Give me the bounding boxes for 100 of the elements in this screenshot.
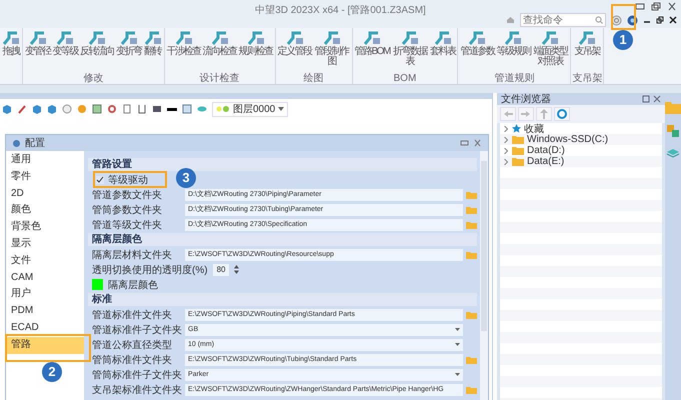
checkbox-label: 等级驱动 xyxy=(108,174,148,186)
ribbon-button[interactable]: 变等级 xyxy=(52,28,79,73)
search-field[interactable]: 查找命令 xyxy=(520,13,606,27)
image-icon[interactable] xyxy=(92,104,102,114)
category-item[interactable]: 通用 xyxy=(6,152,84,169)
ribbon-button[interactable]: 反转流向 xyxy=(79,28,115,73)
ribbon-group-label: 支吊架 xyxy=(572,73,602,84)
expand-caret-icon[interactable] xyxy=(503,136,509,142)
expand-caret-icon[interactable] xyxy=(503,126,509,132)
spin-arrows-icon[interactable] xyxy=(234,265,240,274)
window-title: 中望3D 2023X x64 - [管路001.Z3ASM] xyxy=(255,4,426,17)
field-label: 管筒标准件文件夹 xyxy=(92,354,173,366)
caret-icon[interactable] xyxy=(278,107,284,111)
pipe-icon xyxy=(210,30,228,46)
ribbon-button[interactable]: 管路BOM xyxy=(354,28,391,73)
star-icon xyxy=(512,124,521,133)
field-label: 管道等级文件夹 xyxy=(92,218,163,232)
category-item[interactable]: 零件 xyxy=(6,168,84,186)
tree-item[interactable]: Data(E:) xyxy=(527,156,564,167)
field-label: 管筒参数文件夹 xyxy=(92,204,163,216)
field-label: 管道标准件文件夹 xyxy=(92,308,173,322)
folder-icon xyxy=(512,157,524,166)
field-label: 隔离层材料文件夹 xyxy=(92,248,173,262)
pin-icon[interactable] xyxy=(460,139,469,147)
layers-icon[interactable] xyxy=(666,148,680,158)
category-item[interactable]: 用户 xyxy=(6,286,84,304)
category-item[interactable]: 背景色 xyxy=(6,219,84,236)
category-item[interactable]: 颜色 xyxy=(6,202,84,220)
category-item[interactable]: PDM xyxy=(6,303,84,320)
color-swatch[interactable] xyxy=(92,279,103,290)
category-item[interactable]: 文件 xyxy=(6,252,84,270)
tree-item[interactable]: Windows-SSD(C:) xyxy=(527,134,608,145)
ring-icon[interactable] xyxy=(107,104,117,114)
ribbon-button[interactable]: 套料表 xyxy=(428,28,456,73)
highlight-frame xyxy=(611,4,636,30)
category-item[interactable]: ECAD xyxy=(6,320,84,337)
ribbon-button[interactable]: 翻转 xyxy=(142,28,162,73)
frame-icon[interactable] xyxy=(137,104,147,114)
page-icon[interactable] xyxy=(122,104,132,114)
section-header: 隔离层颜色 xyxy=(88,233,477,246)
box-icon[interactable] xyxy=(152,104,162,114)
pipe-icon xyxy=(363,30,382,46)
pipe-icon xyxy=(286,30,304,46)
pipe-icon xyxy=(88,30,106,46)
field-label: 管道参数文件夹 xyxy=(92,188,163,202)
tree-item[interactable]: Data(D:) xyxy=(527,145,565,156)
field-label: 管道标准件子文件夹 xyxy=(92,324,182,336)
ribbon-button[interactable]: 等级规则 xyxy=(495,28,532,73)
tree-item[interactable]: 收藏 xyxy=(524,122,544,136)
ribbon-button[interactable]: 定义管段 xyxy=(276,28,312,73)
pipe-icon xyxy=(400,30,419,46)
field-label: 隔离层颜色 xyxy=(108,278,158,292)
pen-icon[interactable] xyxy=(17,104,27,114)
spinner-field[interactable]: 80 xyxy=(212,264,230,276)
close-icon[interactable] xyxy=(669,16,677,24)
help-icon[interactable] xyxy=(627,14,638,26)
home-icon[interactable] xyxy=(506,16,515,24)
ribbon-button[interactable]: 变管径 xyxy=(24,28,52,73)
ribbon-button[interactable]: 支吊架 xyxy=(574,28,602,73)
eye-icon[interactable] xyxy=(197,104,207,114)
search-icon[interactable] xyxy=(595,16,603,24)
dialog-title: 配置 xyxy=(25,136,45,150)
expand-caret-icon[interactable] xyxy=(503,158,509,164)
caret-icon[interactable] xyxy=(455,343,460,346)
ribbon-button[interactable]: 变折弯 xyxy=(115,28,142,73)
category-item[interactable]: CAM xyxy=(6,270,84,286)
ribbon-button[interactable]: 干涉检查 xyxy=(166,28,202,73)
square-icon[interactable] xyxy=(182,104,192,114)
caret-icon[interactable] xyxy=(455,373,460,376)
scrollbar[interactable] xyxy=(480,151,488,400)
category-item[interactable]: 显示 xyxy=(6,236,84,253)
checkbox[interactable] xyxy=(96,176,104,184)
pipe-icon xyxy=(56,30,74,46)
scrollbar-thumb[interactable] xyxy=(481,161,487,331)
ribbon-button[interactable]: 管段制作图 xyxy=(312,28,350,73)
pipe-icon xyxy=(434,30,452,46)
sphere-icon[interactable] xyxy=(62,104,72,114)
pipe-icon xyxy=(541,30,560,46)
pin-icon[interactable] xyxy=(642,95,650,103)
ribbon-button[interactable]: 折弯数据表 xyxy=(390,28,429,73)
field-label: 透明切换使用的透明度(%) xyxy=(92,264,208,276)
close-icon[interactable] xyxy=(667,2,677,11)
parts-icon[interactable] xyxy=(666,124,680,138)
pipe-icon xyxy=(120,30,138,46)
pipe-icon xyxy=(246,30,264,46)
ribbon-group-label: BOM xyxy=(394,73,416,84)
expand-caret-icon[interactable] xyxy=(503,148,509,154)
category-item[interactable]: 管路 xyxy=(6,336,84,354)
ribbon-button[interactable]: 端面类型对照表 xyxy=(531,28,570,73)
caret-icon[interactable] xyxy=(455,328,460,331)
pipe-icon xyxy=(322,30,340,46)
ribbon-button[interactable]: 规则检查 xyxy=(238,28,274,73)
field-label: 管筒标准件子文件夹 xyxy=(92,368,182,382)
cube-icon[interactable] xyxy=(2,104,12,114)
ribbon-button[interactable]: 流向检查 xyxy=(202,28,238,73)
ribbon-group-label: 设计检查 xyxy=(200,73,240,84)
ribbon-button[interactable]: 拖拽 xyxy=(1,28,21,84)
section-header: 标准 xyxy=(88,293,477,306)
ribbon-button[interactable]: 管道参数 xyxy=(459,28,496,73)
category-item[interactable]: 2D xyxy=(6,186,84,202)
